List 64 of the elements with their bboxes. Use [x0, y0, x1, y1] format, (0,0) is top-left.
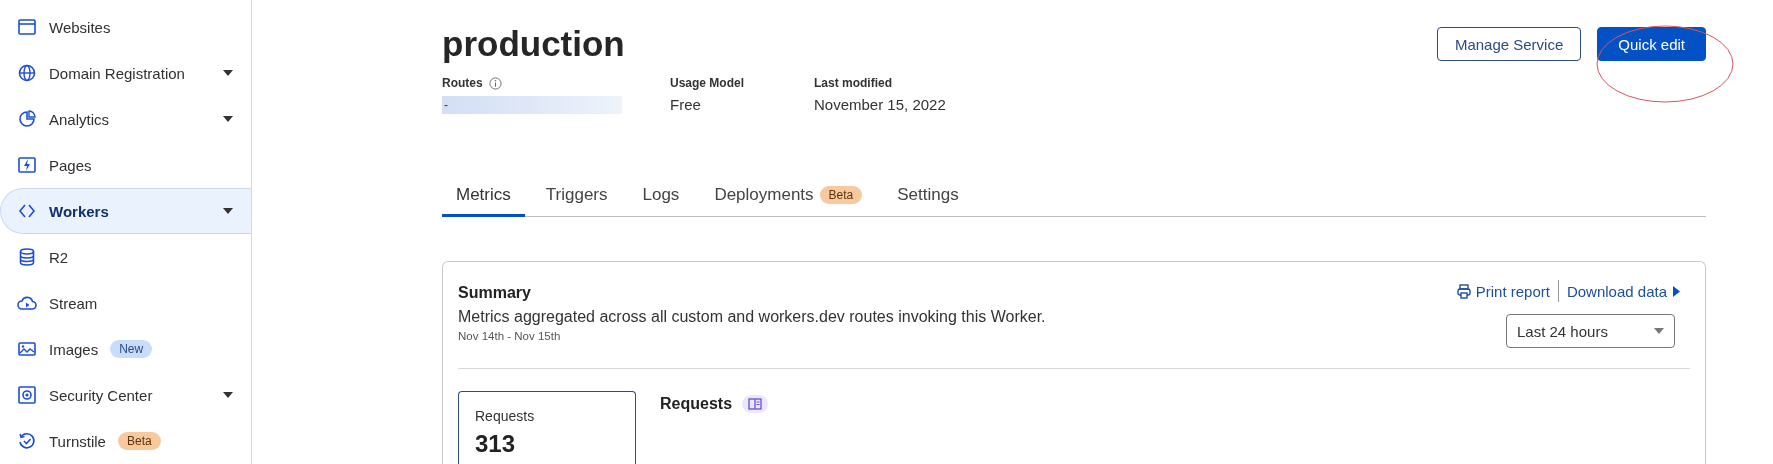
- printer-icon: [1456, 283, 1471, 299]
- sidebar-item[interactable]: Websites: [0, 4, 251, 50]
- tab[interactable]: Deployments Beta: [700, 177, 877, 217]
- secondary-button[interactable]: Manage Service: [1436, 27, 1582, 61]
- sidebar-item[interactable]: Security Center: [0, 372, 251, 418]
- card-description: Metrics aggregated across all custom and workers.dev routes invoking this Worker.: [458, 308, 1046, 326]
- sidebar-item-label: Turnstile: [49, 432, 106, 450]
- meta-label: Usage Model: [670, 76, 744, 90]
- caret-icon: [223, 392, 233, 398]
- sidebar-item-label: Images: [49, 340, 99, 358]
- info-icon[interactable]: [488, 76, 502, 90]
- meta-value: Free: [670, 96, 702, 113]
- caret-icon: [1654, 328, 1664, 334]
- sidebar-item[interactable]: Workers: [0, 188, 251, 234]
- primary-button[interactable]: Quick edit: [1597, 27, 1706, 61]
- clock-check-icon: [17, 431, 37, 451]
- meta-value: November 15, 2022: [814, 96, 946, 113]
- stat-label: Requests: [475, 408, 536, 424]
- redacted-block: -: [442, 96, 622, 114]
- globe-icon: [17, 63, 37, 83]
- sidebar-item[interactable]: Stream: [0, 280, 251, 326]
- sidebar-item-label: Analytics: [49, 110, 110, 128]
- sidebar-item[interactable]: Domain Registration: [0, 50, 251, 96]
- status-badge: Beta: [117, 432, 161, 450]
- card-title: Summary: [458, 284, 532, 302]
- caret-icon: [223, 208, 233, 214]
- section-title: Requests: [660, 395, 733, 413]
- tab[interactable]: Triggers: [531, 177, 622, 217]
- lightning-page-icon: [17, 155, 37, 175]
- triangle-right-icon: [1672, 284, 1681, 298]
- book-icon[interactable]: [742, 395, 769, 413]
- meta-label: Last modified: [814, 76, 892, 90]
- sidebar-item[interactable]: R2: [0, 234, 251, 280]
- image-icon: [17, 339, 37, 359]
- print-link[interactable]: Print report: [1448, 282, 1558, 300]
- browser-window-icon: [17, 17, 37, 37]
- sidebar-item-label: Domain Registration: [49, 64, 185, 82]
- meta-label: Routes: [442, 76, 483, 90]
- page-title: production: [442, 24, 626, 64]
- tab[interactable]: Settings: [883, 177, 973, 217]
- sidebar-item-label: Security Center: [49, 386, 153, 404]
- sidebar-item[interactable]: Analytics: [0, 96, 251, 142]
- sidebar-item[interactable]: Pages: [0, 142, 251, 188]
- status-badge: Beta: [819, 186, 863, 204]
- sidebar-item-label: Workers: [49, 202, 109, 220]
- caret-icon: [223, 116, 233, 122]
- download-link[interactable]: Download data: [1558, 282, 1690, 300]
- sidebar-item-label: Pages: [49, 156, 92, 174]
- sidebar-item[interactable]: Images New: [0, 326, 251, 372]
- status-badge: New: [110, 340, 153, 358]
- caret-icon: [223, 70, 233, 76]
- tab[interactable]: Logs: [628, 177, 694, 217]
- sidebar-item-label: R2: [49, 248, 69, 266]
- shield-target-icon: [17, 385, 37, 405]
- stat-card[interactable]: Requests 313: [458, 391, 636, 464]
- sidebar-item-label: Websites: [49, 18, 111, 36]
- date-range: Nov 14th - Nov 15th: [458, 330, 562, 342]
- time-range-select[interactable]: Last 24 hours: [1506, 314, 1675, 348]
- database-icon: [17, 247, 37, 267]
- pie-chart-icon: [17, 109, 37, 129]
- sidebar-item-label: Stream: [49, 294, 98, 312]
- tab[interactable]: Metrics: [442, 177, 525, 217]
- sidebar-item[interactable]: Turnstile Beta: [0, 418, 251, 464]
- stat-value: 313: [475, 430, 517, 458]
